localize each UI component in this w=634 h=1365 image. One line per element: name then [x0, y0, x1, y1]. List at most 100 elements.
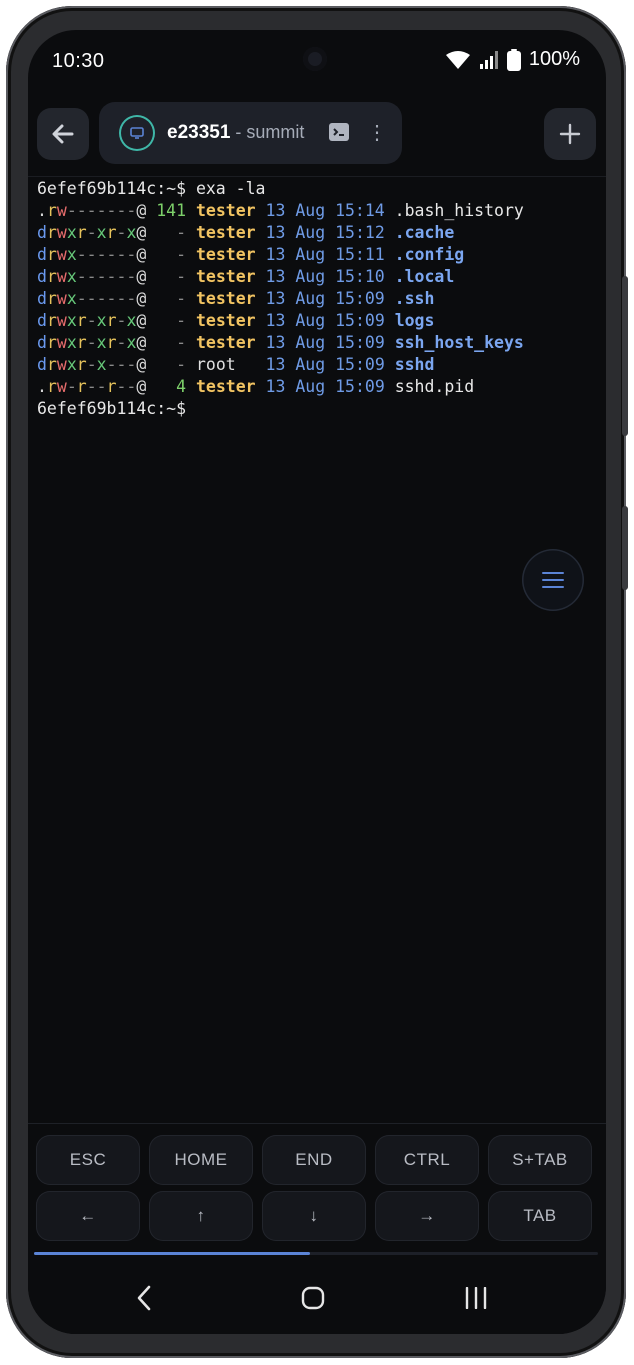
terminal-segment: @ [136, 201, 157, 220]
terminal-segment: . [37, 201, 47, 220]
terminal-segment: .cache [394, 223, 455, 242]
terminal-segment: sshd.pid [394, 377, 475, 396]
terminal-segment: .bash_history [394, 201, 524, 220]
terminal-segment: ssh_host_keys [394, 333, 524, 352]
power-button [622, 506, 628, 590]
terminal-segment: ------ [76, 289, 137, 308]
terminal-segment: ------- [66, 201, 137, 220]
terminal-segment: - [176, 267, 196, 286]
tab-key[interactable]: TAB [488, 1191, 592, 1241]
terminal-segment: - [176, 223, 196, 242]
terminal-segment: 141 [156, 201, 196, 220]
terminal-segment: 13 Aug 15:09 [265, 333, 395, 352]
terminal-segment: r [106, 223, 117, 242]
terminal-segment: r [76, 377, 87, 396]
shift-tab-key[interactable]: S+TAB [488, 1135, 592, 1185]
terminal-line: .rw-------@ 141 tester 13 Aug 15:14 .bas… [37, 200, 597, 222]
terminal-segment: tester [195, 267, 266, 286]
terminal-line: drwxr-xr-x@ - tester 13 Aug 15:09 logs [37, 310, 597, 332]
terminal-segment: 13 Aug 15:09 [265, 311, 395, 330]
home-key[interactable]: HOME [149, 1135, 253, 1185]
arrow-left-key[interactable]: ← [36, 1191, 140, 1241]
terminal-segment: w [56, 201, 67, 220]
esc-key[interactable]: ESC [36, 1135, 140, 1185]
terminal-segment: r [106, 311, 117, 330]
session-tab[interactable]: e23351 - summit ⋮ [99, 102, 402, 164]
ctrl-key[interactable]: CTRL [375, 1135, 479, 1185]
nav-recents-button[interactable] [448, 1278, 504, 1318]
terminal-segment: - [116, 311, 127, 330]
host-icon [119, 115, 155, 151]
terminal-segment: 13 Aug 15:09 [265, 377, 395, 396]
terminal-segment: w [56, 223, 67, 242]
terminal-output[interactable]: 6efef69b114c:~$ exa -la .rw-------@ 141 t… [37, 178, 597, 420]
terminal-segment: d [37, 311, 47, 330]
terminal-segment: ------ [76, 245, 137, 264]
plus-icon [559, 123, 581, 145]
terminal-segment: root [196, 355, 266, 374]
end-key[interactable]: END [262, 1135, 366, 1185]
terminal-segment: - [86, 333, 97, 352]
arrow-up-key[interactable]: ↑ [149, 1191, 253, 1241]
terminal-segment: r [106, 377, 117, 396]
terminal-segment: r [46, 267, 57, 286]
back-button[interactable] [37, 108, 89, 160]
terminal-segment: x [66, 223, 77, 242]
terminal-segment: x [126, 311, 137, 330]
arrow-down-key[interactable]: ↓ [262, 1191, 366, 1241]
terminal-line: drwx------@ - tester 13 Aug 15:11 .confi… [37, 244, 597, 266]
menu-fab[interactable] [522, 549, 584, 611]
terminal-icon[interactable] [329, 123, 349, 141]
terminal-segment: x [66, 267, 77, 286]
terminal-segment: w [56, 333, 67, 352]
terminal-segment: 13 Aug 15:09 [265, 289, 395, 308]
terminal-segment: - [86, 311, 97, 330]
terminal-segment: 4 [176, 377, 196, 396]
terminal-segment: @ [136, 355, 177, 374]
terminal-segment: 13 Aug 15:10 [265, 267, 395, 286]
terminal-segment: - [86, 355, 97, 374]
wifi-icon [445, 50, 470, 69]
terminal-segment: x [96, 355, 107, 374]
terminal-segment: d [37, 333, 47, 352]
terminal-segment: w [56, 267, 67, 286]
terminal-line: drwxr-xr-x@ - tester 13 Aug 15:12 .cache [37, 222, 597, 244]
terminal-segment: @ [136, 289, 177, 308]
terminal-segment: tester [195, 201, 266, 220]
terminal-line: drwxr-xr-x@ - tester 13 Aug 15:09 ssh_ho… [37, 332, 597, 354]
terminal-segment: r [46, 311, 57, 330]
terminal-segment: - [176, 289, 196, 308]
arrow-right-key[interactable]: → [375, 1191, 479, 1241]
terminal-segment: r [76, 223, 87, 242]
terminal-line: .rw-r--r--@ 4 tester 13 Aug 15:09 sshd.p… [37, 376, 597, 398]
nav-home-button[interactable] [285, 1278, 341, 1318]
terminal-segment: x [96, 333, 107, 352]
terminal-segment: - [176, 311, 196, 330]
terminal-segment: tester [196, 377, 266, 396]
nav-back-button[interactable] [116, 1278, 172, 1318]
terminal-segment: 13 Aug 15:09 [265, 355, 395, 374]
terminal-segment: - [176, 333, 196, 352]
terminal-segment: x [126, 223, 137, 242]
terminal-segment: d [37, 267, 47, 286]
session-subtitle: summit [246, 122, 305, 142]
terminal-segment: .ssh [394, 289, 435, 308]
home-square-icon [301, 1286, 325, 1310]
terminal-segment: r [106, 333, 117, 352]
new-session-button[interactable] [544, 108, 596, 160]
terminal-segment: --- [106, 355, 137, 374]
terminal-segment: w [56, 377, 67, 396]
terminal-segment: d [37, 223, 47, 242]
terminal-segment: w [56, 355, 67, 374]
battery-percent: 100% [528, 48, 580, 70]
terminal-line: 6efef69b114c:~$ exa -la [37, 178, 597, 200]
terminal-segment: @ [136, 223, 177, 242]
status-bar: 10:30 100% [28, 30, 606, 92]
terminal-segment: - [86, 223, 97, 242]
terminal-segment: r [46, 355, 57, 374]
terminal-segment: -- [86, 377, 107, 396]
session-tab-bar: e23351 - summit ⋮ [28, 102, 606, 166]
more-options-icon[interactable]: ⋮ [367, 120, 387, 145]
terminal-segment: x [66, 245, 77, 264]
terminal-segment: @ [136, 267, 177, 286]
